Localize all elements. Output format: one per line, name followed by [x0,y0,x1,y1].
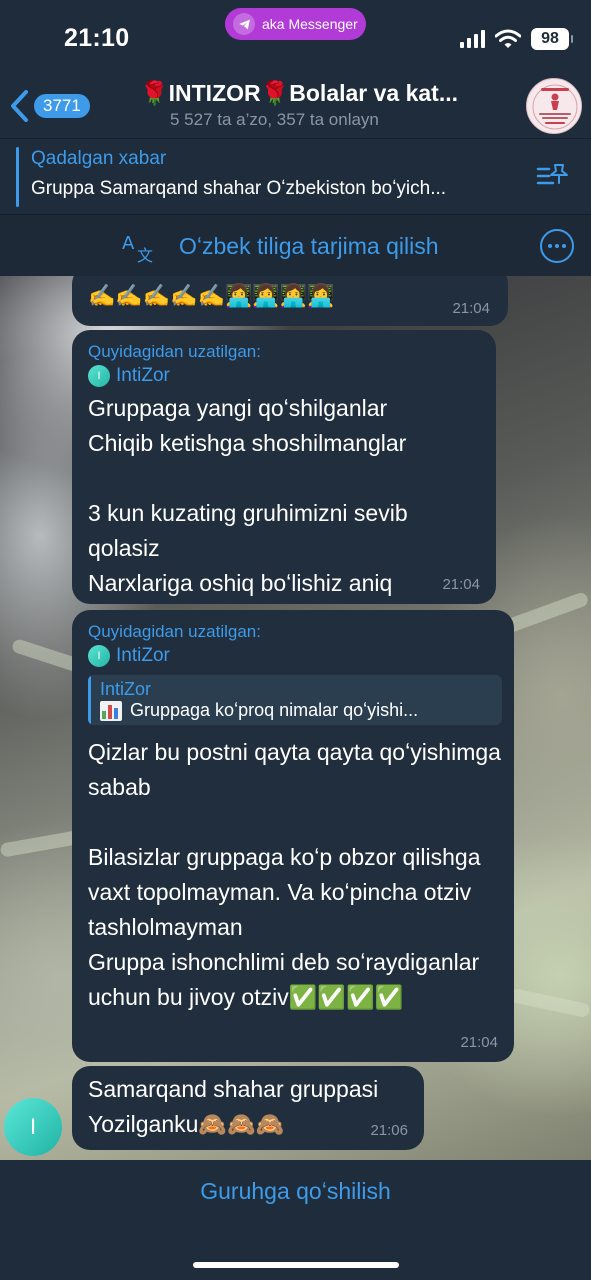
battery-icon: 98 [531,28,573,50]
message-text: Samarqand shahar gruppasi Yozilganku🙈🙈🙈 [88,1076,379,1137]
author-name: IntiZor [116,645,170,666]
message-text: ✍️✍️✍️✍️✍️👩‍💻👩‍💻👩‍💻👩‍💻 [88,283,335,308]
reply-line: Gruppaga koʻproq nimalar qoʻyishi... [100,700,492,721]
chevron-left-icon [11,90,28,122]
messenger-pill-label: aka Messenger [262,16,358,32]
svg-text:文: 文 [137,246,153,263]
author-avatar: I [88,645,110,667]
author-avatar: I [88,365,110,387]
pinned-accent-line [16,147,19,207]
message-text: Qizlar bu postni qayta qayta qoʻyishimga… [88,739,501,1010]
pinned-label: Qadalgan xabar [31,148,167,169]
forwarded-label: Quyidagidan uzatilgan: [88,342,261,361]
reply-preview[interactable]: IntiZor Gruppaga koʻproq nimalar qoʻyish… [88,675,502,725]
translate-bar[interactable]: A 文 Oʻzbek tiliga tarjima qilish [0,214,591,276]
forwarded-label: Quyidagidan uzatilgan: [88,622,261,641]
status-time: 21:10 [64,24,130,52]
pinned-list-icon[interactable] [536,161,570,189]
message-time: 21:04 [460,1034,498,1051]
more-options-button[interactable] [540,229,574,263]
status-bar: 21:10 aka Messenger 98 [0,0,591,76]
translate-label: Oʻzbek tiliga tarjima qilish [179,233,439,259]
forwarded-author[interactable]: I IntiZor [88,365,484,387]
group-logo-image [528,80,581,133]
group-avatar[interactable] [526,78,582,134]
join-group-button[interactable]: Guruhga qoʻshilish [0,1178,591,1205]
message-bubble[interactable]: Quyidagidan uzatilgan: I IntiZor Gruppag… [72,330,496,604]
messenger-pill[interactable]: aka Messenger [225,8,366,40]
reply-text: Gruppaga koʻproq nimalar qoʻyishi... [130,700,419,720]
cellular-signal-icon [460,30,485,48]
translate-icon: A 文 [122,233,153,263]
message-time: 21:04 [442,576,480,593]
paper-plane-icon [233,13,255,35]
home-indicator[interactable] [193,1262,399,1268]
chat-header: 3771 🌹INTIZOR🌹Bolalar va kat... 5 527 ta… [0,76,591,138]
background-photo-detail [509,987,591,1019]
forwarded-author[interactable]: I IntiZor [88,645,502,667]
message-time: 21:06 [370,1122,408,1139]
reply-author: IntiZor [100,679,152,699]
svg-text:A: A [122,233,135,254]
unread-badge: 3771 [34,94,90,118]
bottom-bar: Guruhga qoʻshilish [0,1160,591,1280]
chat-title[interactable]: 🌹INTIZOR🌹Bolalar va kat... [140,80,510,107]
pinned-text: Gruppa Samarqand shahar Oʻzbekiston boʻy… [31,178,447,199]
status-icons: 98 [460,28,573,50]
author-name: IntiZor [116,365,170,386]
message-bubble[interactable]: ✍️✍️✍️✍️✍️👩‍💻👩‍💻👩‍💻👩‍💻 21:04 [72,276,508,326]
message-bubble[interactable]: Quyidagidan uzatilgan: I IntiZor IntiZor… [72,610,514,1062]
back-button[interactable]: 3771 [8,88,90,124]
chat-area[interactable]: ✍️✍️✍️✍️✍️👩‍💻👩‍💻👩‍💻👩‍💻 21:04 Quyidagidan… [0,276,591,1160]
message-bubble[interactable]: Samarqand shahar gruppasi Yozilganku🙈🙈🙈 … [72,1066,424,1150]
wifi-icon [495,29,521,48]
sender-avatar[interactable]: I [4,1098,62,1156]
message-time: 21:04 [452,300,490,317]
pinned-message-bar[interactable]: Qadalgan xabar Gruppa Samarqand shahar O… [0,138,591,214]
message-text: Gruppaga yangi qoʻshilganlar Chiqib keti… [88,395,408,596]
chat-subtitle: 5 527 ta a’zo, 357 ta onlayn [170,110,379,129]
bar-chart-icon [100,700,122,721]
